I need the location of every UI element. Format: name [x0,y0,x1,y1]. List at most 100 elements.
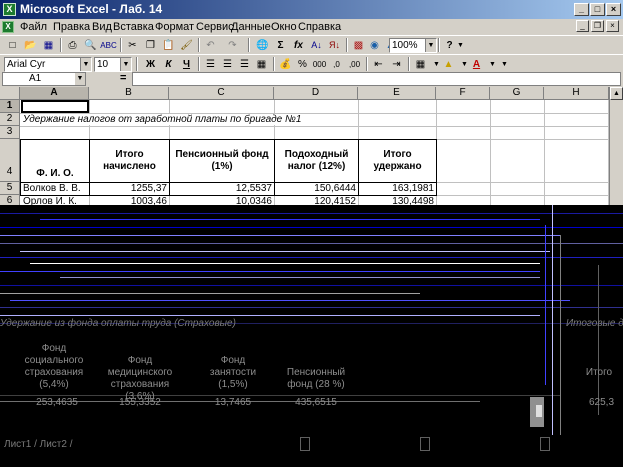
doc-close-button[interactable]: × [606,20,619,32]
sort-desc-icon[interactable]: Я↓ [326,38,343,53]
row-header-2[interactable]: 2 [0,113,20,126]
menu-format[interactable]: Формат [155,20,194,34]
currency-icon[interactable]: 💰 [277,57,294,72]
borders-icon[interactable]: ▦ [412,57,429,72]
undo-icon[interactable]: ↶ [202,38,219,53]
menu-edit[interactable]: Правка [53,20,90,34]
row-header-4[interactable]: 4 [0,139,20,182]
column-header-b[interactable]: B [89,87,169,100]
column-header-h[interactable]: H [544,87,609,100]
font-size-select[interactable]: 10 ▼ [94,57,132,72]
zoom-select[interactable]: 100% ▼ [389,38,437,53]
menu-file[interactable]: Файл [20,20,47,34]
menu-insert[interactable]: Вставка [113,20,154,34]
print-preview-icon[interactable]: 🔍 [82,38,99,53]
scroll-up-icon[interactable]: ▲ [610,87,623,100]
format-painter-icon[interactable]: 🖌 [178,38,195,53]
equals-button[interactable]: = [120,72,126,84]
column-header-e[interactable]: E [358,87,436,100]
paste-icon[interactable]: 📋 [160,38,177,53]
chevron-down-icon[interactable]: ▼ [80,58,91,71]
increase-decimal-button[interactable]: ,0 [328,57,345,72]
toolbar-options-icon[interactable]: ▼ [496,57,513,72]
header-income-tax[interactable]: Подоходный налог (12%) [275,140,358,182]
row5-income-tax[interactable]: 150,6444 [275,183,358,195]
chevron-down-icon[interactable]: ▼ [120,58,131,71]
row5-total-accrued[interactable]: 1255,37 [90,183,169,195]
excel-app-icon[interactable]: X [3,3,16,16]
thousands-button[interactable]: 000 [311,57,328,72]
bold-button[interactable]: Ж [142,57,159,72]
save-icon[interactable]: ▦ [40,38,57,53]
spelling-icon[interactable]: ABC [100,38,117,53]
column-header-g[interactable]: G [490,87,544,100]
new-icon[interactable]: □ [4,38,21,53]
font-color-icon[interactable]: A [468,57,485,72]
chevron-down-icon[interactable]: ▼ [452,38,469,53]
merge-center-icon[interactable]: ▦ [253,57,270,72]
header-name[interactable]: Ф. И. О. [21,140,89,182]
menu-help[interactable]: Справка [298,20,341,34]
menu-data[interactable]: Данные [231,20,271,34]
row-header-5[interactable]: 5 [0,182,20,195]
column-header-c[interactable]: C [169,87,274,100]
fill-color-icon[interactable]: ▲ [440,57,457,72]
chevron-down-icon[interactable]: ▼ [425,39,436,52]
redo-icon[interactable]: ↷ [224,38,241,53]
doc-restore-button[interactable]: ❐ [591,20,604,32]
sheet-title-cell[interactable]: Удержание налогов от заработной платы по… [23,114,305,125]
header-total-withheld[interactable]: Итого удержано [359,140,436,182]
close-button[interactable]: × [606,3,621,16]
italic-button[interactable]: К [160,57,177,72]
decrease-decimal-button[interactable]: ,00 [346,57,363,72]
open-icon[interactable]: 📂 [22,38,39,53]
chart-wizard-icon[interactable]: ▩ [350,38,367,53]
chevron-down-icon[interactable]: ▼ [75,73,85,85]
menu-view[interactable]: Вид [92,20,112,34]
decrease-indent-icon[interactable]: ⇤ [370,57,387,72]
maximize-button[interactable]: □ [590,3,605,16]
print-icon[interactable]: ⎙ [64,38,81,53]
row5-total-withheld[interactable]: 163,1981 [359,183,436,195]
autosum-icon[interactable]: Σ [272,38,289,53]
name-box[interactable]: A1 ▼ [2,72,86,86]
column-header-a[interactable]: A [20,87,89,100]
row6-pension-fund[interactable]: 10,0346 [170,196,274,205]
function-icon[interactable]: fx [290,38,307,53]
column-header-f[interactable]: F [436,87,490,100]
copy-icon[interactable]: ❐ [142,38,159,53]
map-icon[interactable]: ◉ [366,38,383,53]
formula-input[interactable] [132,72,621,86]
row6-income-tax[interactable]: 120,4152 [275,196,358,205]
minimize-button[interactable]: _ [574,3,589,16]
row5-pension-fund[interactable]: 12,5537 [170,183,274,195]
active-cell-a1[interactable] [21,100,89,113]
menu-tools[interactable]: Сервис [196,20,234,34]
row6-total-accrued[interactable]: 1003,46 [90,196,169,205]
align-center-icon[interactable]: ☰ [219,57,236,72]
menu-window[interactable]: Окно [271,20,297,34]
toolbar-separator [408,57,410,71]
align-left-icon[interactable]: ☰ [202,57,219,72]
row-header-3[interactable]: 3 [0,126,20,139]
column-header-d[interactable]: D [274,87,358,100]
row6-name[interactable]: Орлов И. К. [23,196,89,205]
percent-button[interactable]: % [294,57,311,72]
cut-icon[interactable]: ✂ [124,38,141,53]
font-select[interactable]: Arial Cyr ▼ [4,57,92,72]
row-header-1[interactable]: 1 [0,100,20,113]
sort-asc-icon[interactable]: A↓ [308,38,325,53]
align-right-icon[interactable]: ☰ [236,57,253,72]
row5-name[interactable]: Волков В. В. [23,183,89,195]
row6-total-withheld[interactable]: 130,4498 [359,196,436,205]
increase-indent-icon[interactable]: ⇥ [388,57,405,72]
workbook-icon[interactable]: X [2,21,14,33]
header-total-accrued[interactable]: Итого начислено [90,140,169,182]
row-header-6[interactable]: 6 [0,195,20,205]
doc-minimize-button[interactable]: _ [576,20,589,32]
vertical-scrollbar[interactable]: ▲ [609,87,623,205]
header-pension-fund[interactable]: Пенсионный фонд (1%) [170,140,274,182]
hyperlink-icon[interactable]: 🌐 [254,38,271,53]
underline-button[interactable]: Ч [178,57,195,72]
select-all-corner[interactable] [0,87,20,100]
